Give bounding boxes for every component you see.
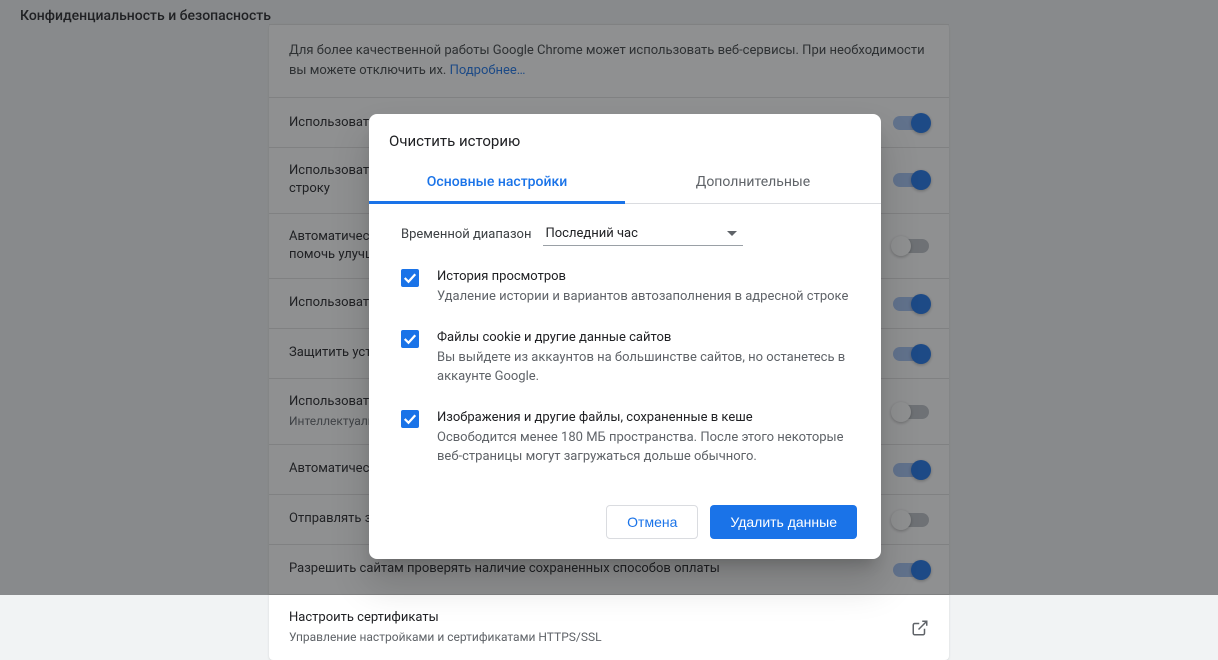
cancel-button[interactable]: Отмена [606, 505, 698, 539]
clear-data-button[interactable]: Удалить данные [710, 505, 857, 539]
setting-title: Настроить сертификаты [289, 609, 887, 627]
clear-browsing-data-dialog: Очистить историю Основные настройки Допо… [369, 114, 881, 559]
checkbox-browsing-history[interactable] [401, 269, 419, 287]
tab-basic[interactable]: Основные настройки [369, 162, 625, 203]
check-item-sub: Удаление истории и вариантов автозаполне… [437, 288, 848, 307]
external-link-icon [911, 619, 929, 637]
setting-subtitle: Управление настройками и сертификатами H… [289, 629, 887, 646]
time-range-label: Временной диапазон [401, 227, 531, 242]
chevron-down-icon [727, 231, 737, 236]
check-item-title: Файлы cookie и другие данные сайтов [437, 329, 849, 347]
check-item-title: Изображения и другие файлы, сохраненные … [437, 409, 849, 427]
check-item-sub: Вы выйдете из аккаунтов на большинстве с… [437, 349, 849, 387]
check-item-sub: Освободится менее 180 МБ пространства. П… [437, 429, 849, 467]
dialog-title: Очистить историю [369, 114, 881, 162]
time-range-value: Последний час [545, 226, 637, 241]
checkbox-cached-images[interactable] [401, 410, 419, 428]
check-item-title: История просмотров [437, 268, 848, 286]
checkbox-cookies[interactable] [401, 330, 419, 348]
setting-row-certificates[interactable]: Настроить сертификаты Управление настрой… [269, 594, 949, 660]
tab-advanced[interactable]: Дополнительные [625, 162, 881, 203]
time-range-select[interactable]: Последний час [543, 222, 743, 246]
dialog-tabs: Основные настройки Дополнительные [369, 162, 881, 204]
